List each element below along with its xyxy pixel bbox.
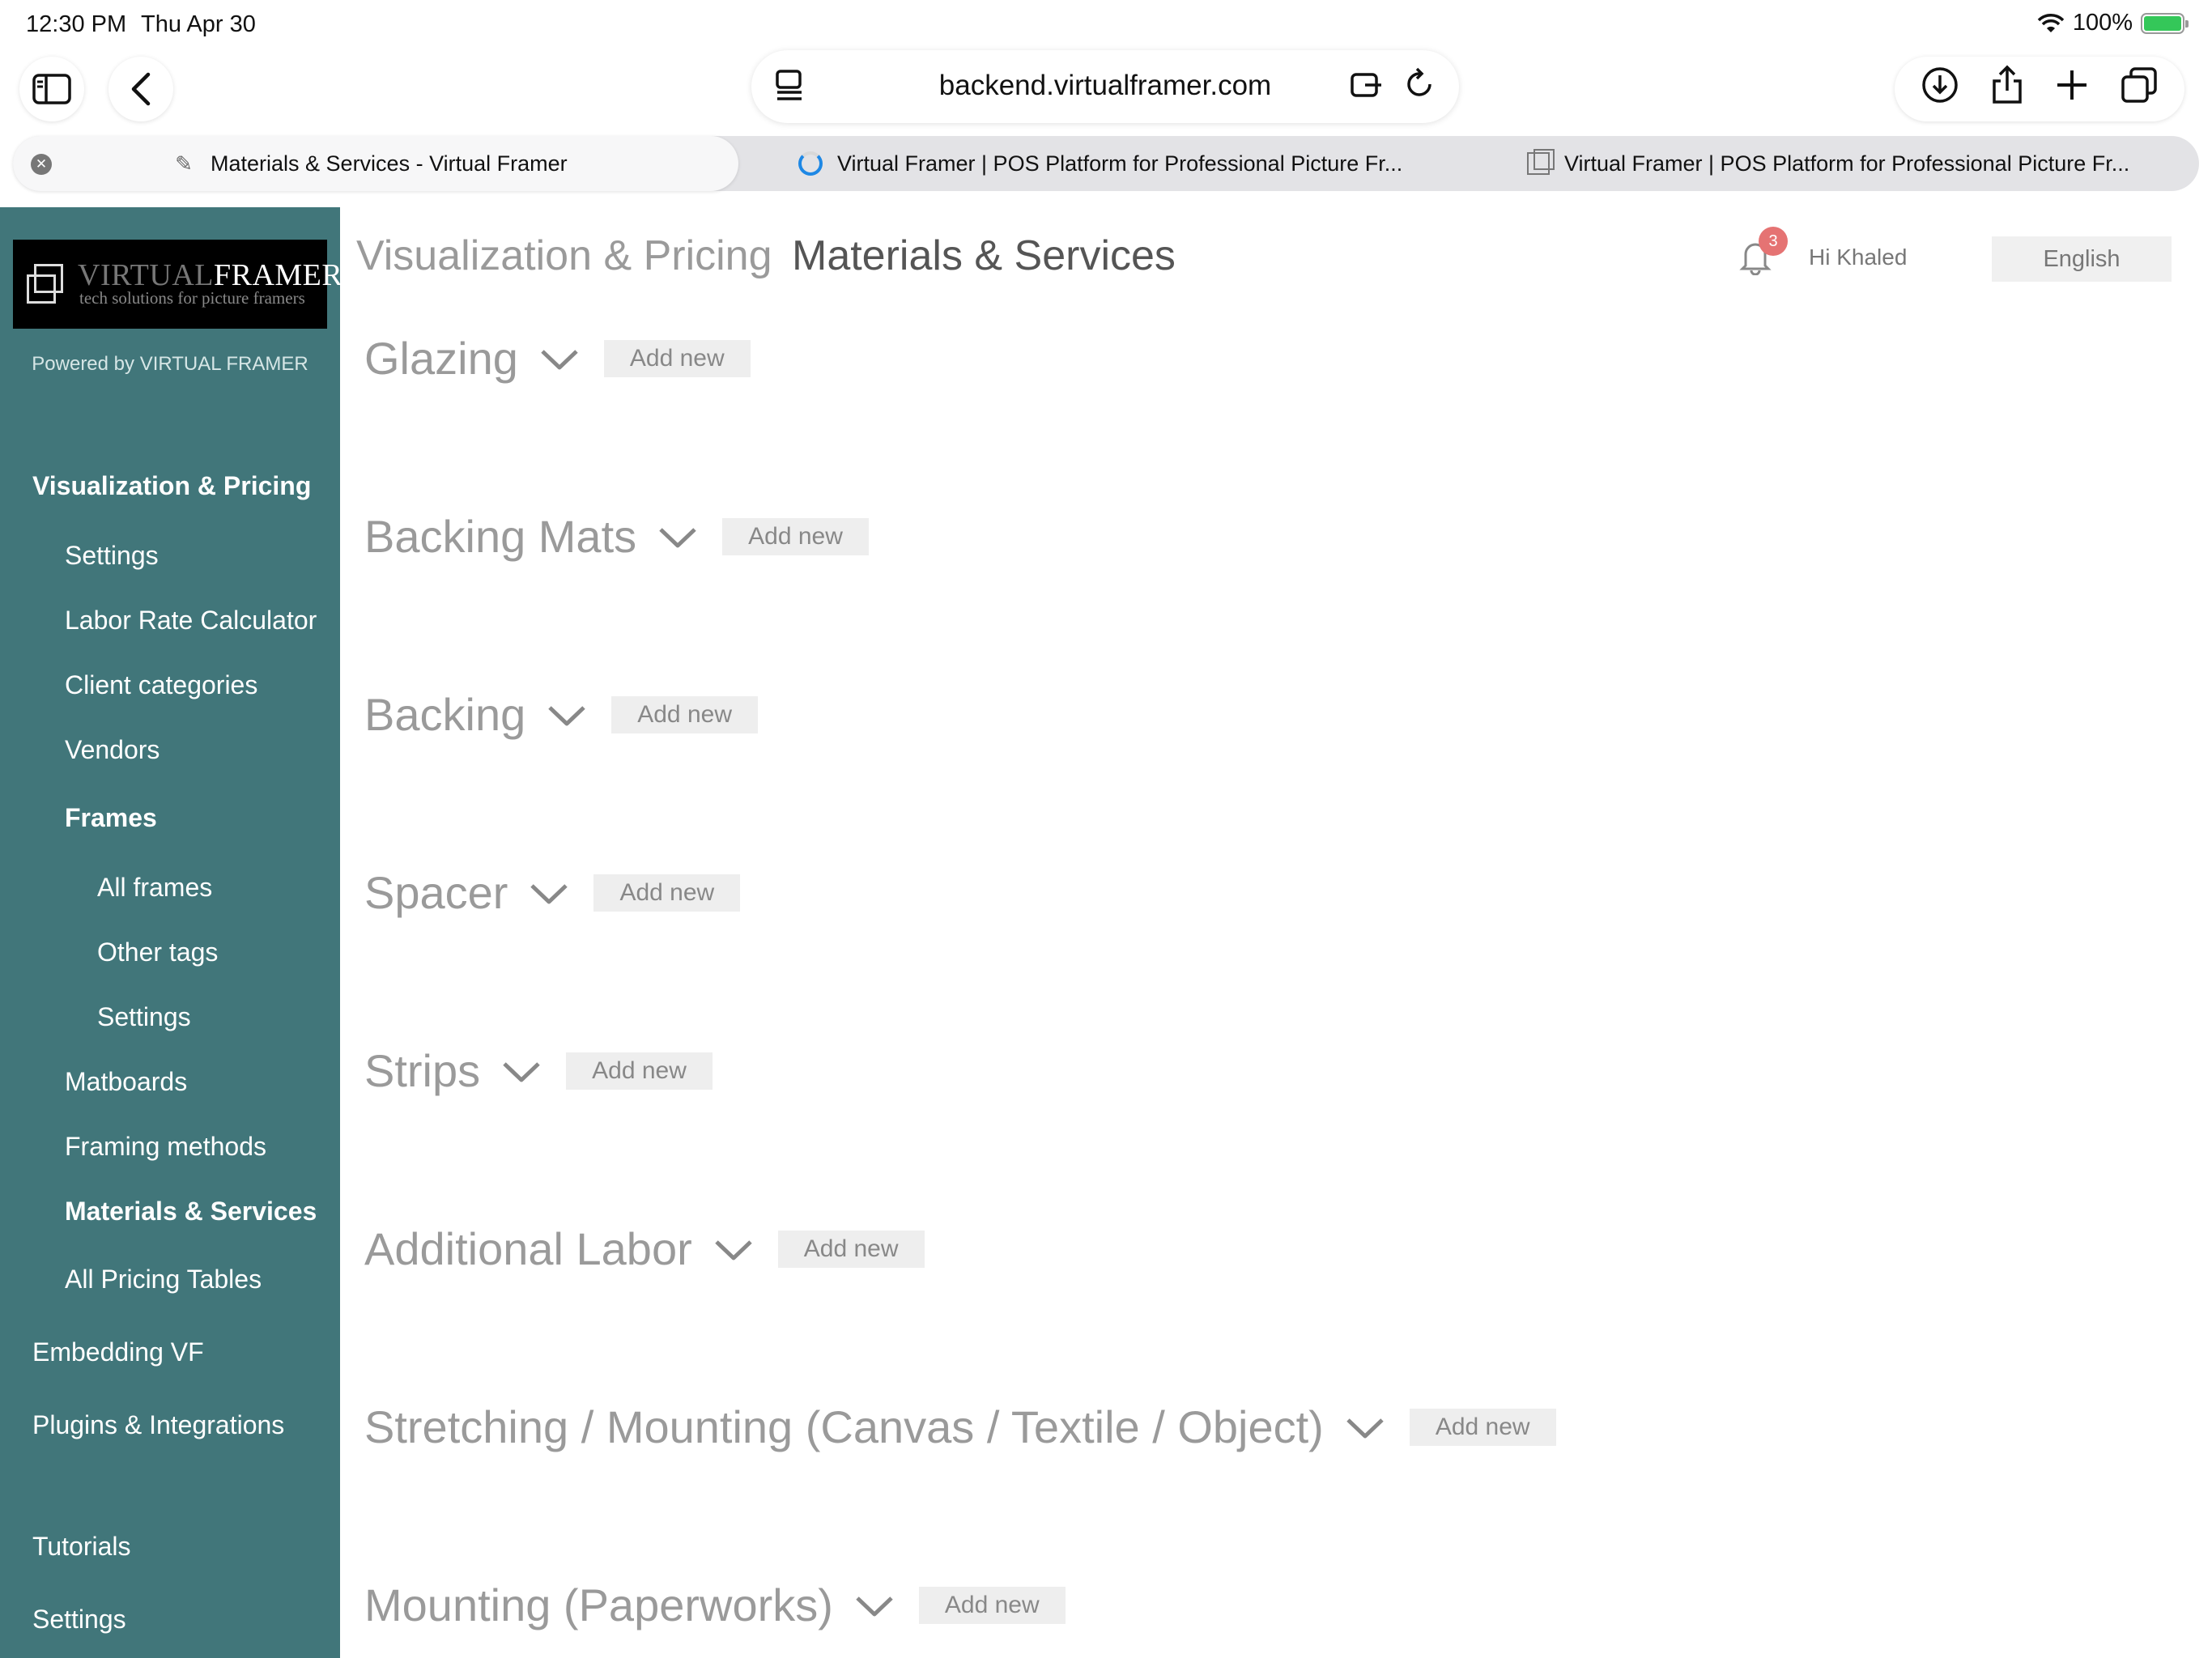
sidebar-item-materials-services[interactable]: Materials & Services [65,1197,317,1226]
frame-favicon-icon [1527,149,1555,175]
section-title[interactable]: Stretching / Mounting (Canvas / Textile … [364,1401,1324,1453]
tab-title: Virtual Framer | POS Platform for Profes… [1564,151,2130,176]
section-additional-labor: Additional Labor Add new [364,1222,925,1275]
battery-percent: 100% [2072,10,2133,36]
section-title[interactable]: Glazing [364,332,518,385]
tab-title: Virtual Framer | POS Platform for Profes… [837,151,1403,176]
chevron-down-icon[interactable] [657,525,698,549]
chevron-down-icon[interactable] [1345,1415,1385,1439]
logo-name-thin: VIRTUAL [78,258,214,292]
section-title[interactable]: Strips [364,1044,480,1097]
user-greeting[interactable]: Hi Khaled [1809,244,1907,270]
logo[interactable]: VIRTUALFRAMER tech solutions for picture… [13,240,342,329]
download-button[interactable] [1921,66,1959,113]
frame-logo-icon [27,264,63,304]
sidebar-item-all-frames[interactable]: All frames [97,873,212,903]
share-button[interactable] [1989,65,2025,114]
add-new-button[interactable]: Add new [1409,1408,1556,1446]
sidebar-item-client-categories[interactable]: Client categories [65,670,257,700]
status-right: 100% [2037,10,2189,36]
add-new-button[interactable]: Add new [611,695,758,733]
breadcrumb-parent[interactable]: Visualization & Pricing [356,232,772,280]
sidebar-item-labor-rate-calculator[interactable]: Labor Rate Calculator [65,606,317,636]
sidebar-item-frames[interactable]: Frames [65,803,157,833]
section-title[interactable]: Spacer [364,866,508,919]
wifi-icon [2037,13,2065,32]
tab-materials-services[interactable]: ✕ ✎ Materials & Services - Virtual Frame… [13,136,738,191]
add-new-button[interactable]: Add new [603,339,751,377]
tab-title: Materials & Services - Virtual Framer [211,151,568,176]
status-bar: 12:30 PM Thu Apr 30 100% [0,0,2212,50]
chevron-left-icon [131,72,151,106]
section-title[interactable]: Backing Mats [364,510,636,563]
logo-tagline: tech solutions for picture framers [79,288,305,308]
tab-virtual-framer-1[interactable]: Virtual Framer | POS Platform for Profes… [798,136,1462,191]
chevron-down-icon[interactable] [854,1593,895,1618]
add-new-button[interactable]: Add new [918,1586,1066,1624]
sidebar-item-matboards[interactable]: Matboards [65,1067,187,1097]
sidebar-item-plugins-integrations[interactable]: Plugins & Integrations [32,1410,284,1440]
tab-virtual-framer-2[interactable]: Virtual Framer | POS Platform for Profes… [1527,136,2191,191]
plus-icon [2057,70,2087,100]
reload-icon[interactable] [1404,66,1436,102]
pencil-favicon-icon: ✎ [175,151,193,176]
add-new-button[interactable]: Add new [777,1230,925,1268]
section-stretching-mounting: Stretching / Mounting (Canvas / Textile … [364,1401,1556,1453]
logo-name-bold: FRAMER [213,258,343,292]
add-new-button[interactable]: Add new [566,1052,713,1090]
status-time: 12:30 PM [26,11,127,37]
page-title: Materials & Services [792,232,1176,279]
notification-badge: 3 [1759,227,1788,256]
battery-icon [2141,12,2189,34]
status-date: Thu Apr 30 [141,11,256,37]
share-icon [1993,65,2022,104]
section-backing: Backing Add new [364,688,758,741]
powered-by: Powered by VIRTUAL FRAMER [32,353,308,375]
section-title[interactable]: Backing [364,688,525,741]
sidebar-item-other-tags[interactable]: Other tags [97,937,218,967]
add-new-button[interactable]: Add new [722,517,869,555]
loading-spinner-icon [798,151,823,176]
sidebar-icon [32,74,71,104]
section-glazing: Glazing Add new [364,332,751,385]
sidebar-item-all-pricing-tables[interactable]: All Pricing Tables [65,1265,262,1295]
tab-strip: ✕ ✎ Materials & Services - Virtual Frame… [13,136,2199,191]
section-strips: Strips Add new [364,1044,713,1097]
sidebar-item-visualization-pricing[interactable]: Visualization & Pricing [32,471,311,501]
new-tab-button[interactable] [2054,67,2090,112]
sidebar-item-vendors[interactable]: Vendors [65,735,160,765]
sidebar-toggle-button[interactable] [19,57,84,121]
section-title[interactable]: Mounting (Paperworks) [364,1579,833,1631]
chevron-down-icon[interactable] [501,1059,542,1083]
toolbar-actions [1895,57,2184,121]
section-mounting-paperworks: Mounting (Paperworks) Add new [364,1579,1066,1631]
section-backing-mats: Backing Mats Add new [364,510,869,563]
sidebar: VIRTUALFRAMER tech solutions for picture… [0,207,342,1658]
section-spacer: Spacer Add new [364,866,741,919]
download-icon [1922,66,1958,103]
add-new-button[interactable]: Add new [593,874,741,912]
tab-overview-button[interactable] [2120,66,2159,113]
close-icon[interactable]: ✕ [31,154,52,175]
sidebar-item-settings[interactable]: Settings [65,541,159,571]
chevron-down-icon[interactable] [539,346,580,371]
extensions-icon[interactable] [1349,66,1385,102]
language-selector[interactable]: English [1992,236,2172,282]
sidebar-item-framing-methods[interactable]: Framing methods [65,1132,266,1162]
back-button[interactable] [108,57,173,121]
sidebar-item-embedding-vf[interactable]: Embedding VF [32,1337,204,1367]
sidebar-item-tutorials[interactable]: Tutorials [32,1532,131,1562]
browser-toolbar: backend.virtualframer.com [0,50,2212,125]
sidebar-item-account-settings[interactable]: Settings [32,1605,126,1635]
chevron-down-icon[interactable] [547,703,587,727]
section-title[interactable]: Additional Labor [364,1222,692,1275]
sidebar-item-frames-settings[interactable]: Settings [97,1002,191,1032]
chevron-down-icon[interactable] [713,1237,754,1261]
address-bar[interactable]: backend.virtualframer.com [751,50,1459,123]
tabs-icon [2121,66,2157,103]
chevron-down-icon[interactable] [529,881,569,905]
